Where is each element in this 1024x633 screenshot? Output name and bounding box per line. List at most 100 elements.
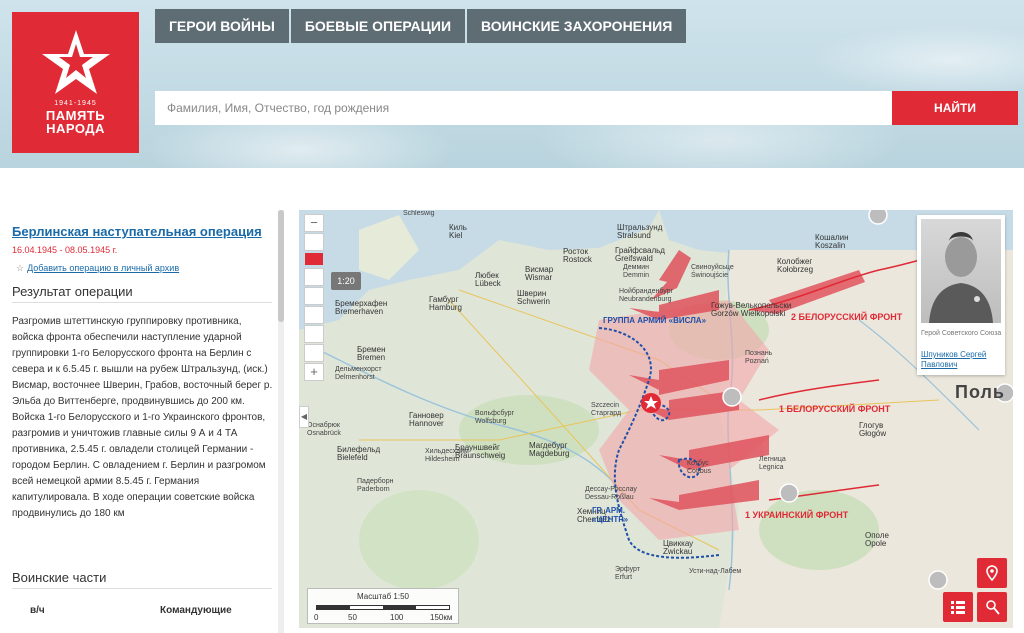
city-paderborn: Падерборн Paderborn [357, 478, 393, 494]
city-brandenburg-de: Старгард [591, 410, 622, 417]
operation-map[interactable]: Schleswig Киль Kiel Росток Rostock Штральз… [299, 210, 1013, 628]
scale-tick-50: 50 [348, 613, 357, 622]
city-wolfsburg-ru: Вольфсбург [475, 410, 515, 417]
front-label-2-belorussian: 2 БЕЛОРУССКИЙ ФРОНТ [791, 312, 903, 322]
city-paderborn-ru: Падерборн [357, 478, 394, 485]
hero-name[interactable]: Шпуников Сергей Павлович [921, 350, 1003, 370]
city-stralsund: Штральзунд Stralsund [617, 224, 662, 240]
units-heading: Воинские части [12, 570, 272, 589]
city-dessau-ru: Дессау-Росслау [585, 486, 637, 493]
search-input[interactable] [155, 91, 892, 125]
zoom-level-6[interactable] [304, 325, 324, 343]
zoom-level-4[interactable] [304, 287, 324, 305]
city-zielona-gora-ru: Легница [759, 456, 786, 463]
list-icon [951, 601, 965, 614]
scale-title: Масштаб 1:50 [356, 592, 410, 601]
search-button[interactable]: НАЙТИ [892, 91, 1018, 125]
city-szczecin-pl: Gorzów Wielkopolski [711, 309, 786, 318]
hero-card[interactable]: Герой Советского Союза Шпуников Сергей П… [917, 215, 1005, 375]
nav-burials[interactable]: ВОИНСКИЕ ЗАХОРОНЕНИЯ [467, 9, 687, 43]
city-bremen-de: Bremen [357, 353, 386, 362]
city-hildesheim-ru: Хильдесхайм [425, 448, 469, 455]
city-cottbus-de: Cottbus [687, 468, 712, 475]
location-search-icon [986, 600, 1000, 615]
city-rostock-de: Rostock [563, 255, 592, 264]
zoom-level-7[interactable] [304, 344, 324, 362]
city-stralsund-de: Stralsund [617, 231, 651, 240]
city-chemnitz: Эрфурт Erfurt [615, 566, 640, 582]
city-neubrandenburg-ru: Нойбранденбург [619, 288, 674, 295]
city-wroclaw: Ополе Opole [865, 532, 889, 548]
zoom-level-1[interactable] [304, 233, 324, 251]
hero-photo [921, 219, 1001, 323]
scale-tick-0: 0 [314, 613, 319, 622]
city-demmin: Деммин Demmin [623, 264, 649, 280]
city-stargard-pl: Poznań [745, 358, 769, 365]
city-lubeck-de: Lübeck [475, 279, 501, 288]
city-wismar: Висмар Wismar [525, 266, 553, 282]
city-kiel-de: Kiel [449, 231, 463, 240]
city-stargard: Познань Poznań [745, 350, 772, 366]
city-zielona-gora: Легница Legnica [759, 456, 786, 472]
city-wroclaw-pl: Opole [865, 539, 887, 548]
city-bielefeld-de: Bielefeld [337, 453, 368, 462]
city-cottbus-ru: Котбус [687, 460, 709, 467]
zoom-level-3[interactable] [304, 268, 324, 286]
logo-text: ПАМЯТЬ НАРОДА [12, 109, 139, 135]
city-hildesheim: Хильдесхайм Hildesheim [425, 448, 469, 464]
city-dresden-de: Zwickau [663, 547, 693, 556]
city-osnabruck: Оснабрюк Osnabrück [307, 422, 341, 438]
scrollbar-thumb[interactable] [278, 210, 284, 322]
logo-line-2: НАРОДА [46, 121, 105, 136]
table-header-commanders: Командующие [160, 605, 232, 616]
city-hannover-de: Hannover [409, 419, 444, 428]
city-neubrandenburg: Нойбранденбург Neubrandenburg [619, 288, 673, 304]
zoom-level-5[interactable] [304, 306, 324, 324]
result-heading: Результат операции [12, 284, 272, 303]
city-osnabruck-de: Osnabrück [307, 430, 341, 437]
city-hamburg-de: Hamburg [429, 303, 462, 312]
city-hannover: Ганновер Hannover [409, 412, 444, 428]
star-outline-icon: ☆ [16, 263, 25, 273]
zoom-level-label: 1:20 [331, 272, 361, 290]
main-nav: ГЕРОИ ВОЙНЫ БОЕВЫЕ ОПЕРАЦИИ ВОИНСКИЕ ЗАХ… [155, 9, 687, 43]
collapse-panel-arrow[interactable]: ◀ [299, 406, 309, 428]
zoom-current-marker[interactable] [305, 253, 323, 265]
zoom-out-button[interactable]: − [304, 214, 324, 232]
city-stargard-ru: Познань [745, 350, 773, 357]
map-scale: Масштаб 1:50 0 50 100 150км [307, 588, 459, 624]
city-greifswald: Грайфсвальд Greifswald [615, 247, 665, 263]
city-poznan-pl: Głogów [859, 429, 887, 438]
zoom-control: − + [304, 214, 324, 382]
logo-years: 1941-1945 [54, 100, 97, 107]
city-bremerhaven: Бремерхафен Bremerhaven [335, 300, 387, 316]
city-demmin-de: Demmin [623, 272, 650, 279]
map-layers-button[interactable] [943, 592, 973, 622]
city-schwerin-de: Schwerin [517, 297, 550, 306]
city-wolfsburg: Вольфсбург Wolfsburg [475, 410, 514, 426]
city-swinoujscie: Свиноуйсьце Świnoujście [691, 264, 734, 280]
operation-title[interactable]: Берлинская наступательная операция [12, 224, 262, 239]
city-wismar-de: Wismar [525, 273, 553, 282]
map-base [299, 210, 1013, 628]
add-to-archive-link[interactable]: ☆ Добавить операцию в личный архив [16, 263, 179, 274]
nav-heroes[interactable]: ГЕРОИ ВОЙНЫ [155, 9, 289, 43]
city-rostock: Росток Rostock [563, 248, 592, 264]
zoom-in-button[interactable]: + [304, 363, 324, 381]
city-poznan: Глогув Głogów [859, 422, 886, 438]
map-search-location-button[interactable] [977, 592, 1007, 622]
city-greifswald-de: Greifswald [615, 254, 653, 263]
city-kolobrzeg-pl: Kołobrzeg [777, 265, 814, 274]
left-panel-scrollbar[interactable] [278, 210, 284, 633]
city-schwerin: Шверин Schwerin [517, 290, 550, 306]
nav-operations[interactable]: БОЕВЫЕ ОПЕРАЦИИ [290, 9, 466, 43]
map-location-button[interactable] [977, 558, 1007, 588]
city-magdeburg-de: Magdeburg [529, 449, 570, 458]
site-logo[interactable]: 1941-1945 ПАМЯТЬ НАРОДА [12, 12, 139, 153]
city-swinoujscie-pl: Świnoujście [691, 272, 728, 279]
front-label-1-belorussian: 1 БЕЛОРУССКИЙ ФРОНТ [779, 404, 891, 414]
city-schleswig: Schleswig [403, 210, 435, 217]
site-header: 1941-1945 ПАМЯТЬ НАРОДА ГЕРОИ ВОЙНЫ БОЕВ… [0, 0, 1024, 168]
table-header-unit: в/ч [30, 605, 45, 616]
city-hamburg: Гамбург Hamburg [429, 296, 462, 312]
